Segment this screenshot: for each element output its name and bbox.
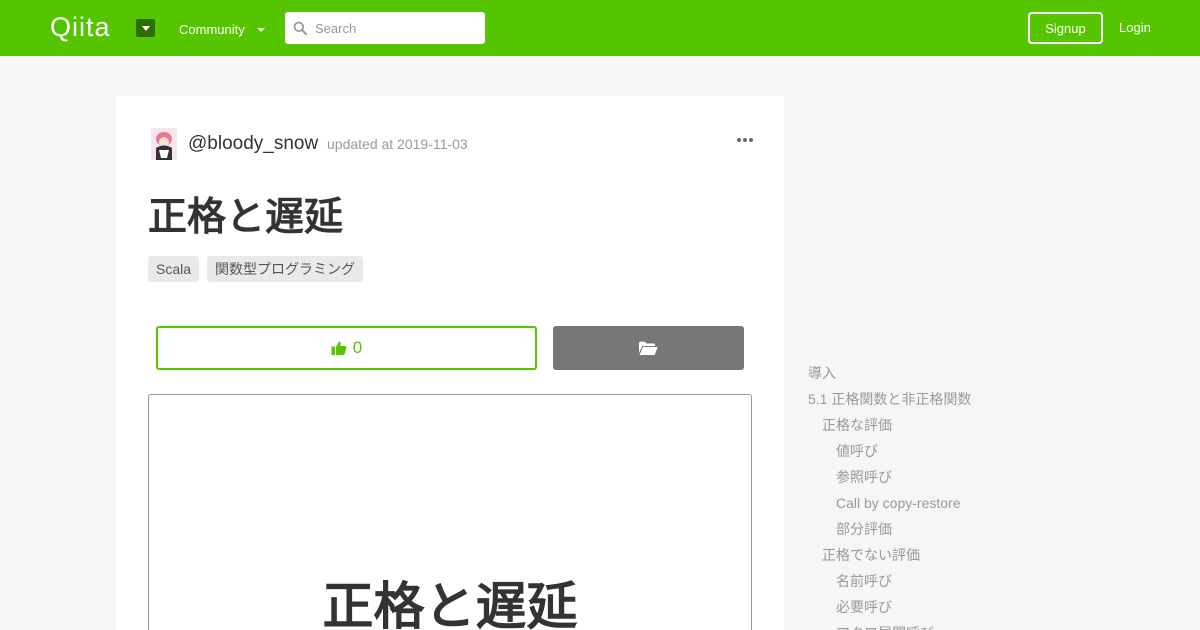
cover-title: 正格と遅延 <box>322 578 578 630</box>
toc-item[interactable]: Call by copy-restore <box>808 490 1188 516</box>
folder-open-icon <box>639 341 658 355</box>
search-icon <box>293 21 307 35</box>
toc-item[interactable]: 正格でない評価 <box>808 542 1188 568</box>
tag-scala[interactable]: Scala <box>148 256 200 282</box>
top-navbar: Qiita Community Signup Login <box>0 0 1200 56</box>
tag-list: Scala 関数型プログラミング <box>148 256 364 282</box>
updated-date: updated at 2019-11-03 <box>327 136 468 152</box>
article-title: 正格と遅延 <box>148 196 344 239</box>
qiita-logo[interactable]: Qiita <box>50 12 111 42</box>
cover-image: 正格と遅延 <box>148 394 752 630</box>
chevron-down-icon <box>256 27 265 32</box>
thumbs-up-icon <box>331 341 347 355</box>
toc-item[interactable]: 名前呼び <box>808 568 1188 594</box>
toc-item[interactable]: 参照呼び <box>808 464 1188 490</box>
author-name-link[interactable]: @bloody_snow <box>188 133 318 155</box>
toc-item[interactable]: 値呼び <box>808 438 1188 464</box>
search-input[interactable] <box>315 20 465 36</box>
service-menu-toggle[interactable] <box>136 19 155 37</box>
toc-item[interactable]: 部分評価 <box>808 516 1188 542</box>
tag-functional-programming[interactable]: 関数型プログラミング <box>207 256 364 282</box>
like-count: 0 <box>352 338 363 357</box>
toc-item[interactable]: 5.1 正格関数と非正格関数 <box>808 386 1188 412</box>
toc-item[interactable]: 必要呼び <box>808 594 1188 620</box>
author-avatar[interactable] <box>151 128 177 160</box>
community-menu[interactable]: Community <box>179 22 265 37</box>
avatar-image <box>151 128 177 160</box>
table-of-contents: 導入 5.1 正格関数と非正格関数 正格な評価 値呼び 参照呼び Call by… <box>808 360 1188 630</box>
article-card: @bloody_snow updated at 2019-11-03 正格と遅延… <box>116 96 784 630</box>
signup-button[interactable]: Signup <box>1028 12 1103 44</box>
more-options-icon[interactable] <box>735 132 755 148</box>
like-button[interactable]: 0 <box>156 326 537 370</box>
toc-item[interactable]: 導入 <box>808 360 1188 386</box>
search-box[interactable] <box>285 12 485 44</box>
login-link[interactable]: Login <box>1119 20 1151 35</box>
stock-button[interactable] <box>553 326 744 370</box>
toc-item[interactable]: マクロ展開呼び <box>808 620 1188 630</box>
toc-item[interactable]: 正格な評価 <box>808 412 1188 438</box>
community-label: Community <box>179 22 245 37</box>
